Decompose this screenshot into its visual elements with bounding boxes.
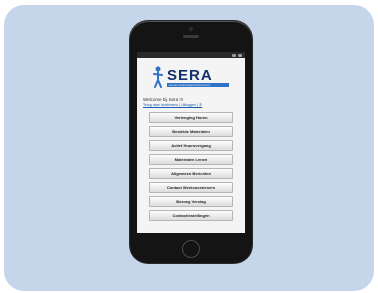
menu-button-materialen-lenen[interactable]: Materialen Lenen [149,153,233,165]
camera [189,27,193,31]
menu-button-actief-huurovergang[interactable]: Actief Huurovergang [149,139,233,151]
menu-button-contactinstellingen[interactable]: Contactinstellingen [149,209,233,221]
main-menu: Verlenging Huren Bestelde Materialen Act… [137,111,245,221]
signal-icon [232,53,236,57]
status-bar [137,52,245,58]
menu-button-bezoeg-verslag[interactable]: Bezoeg Verslag [149,195,233,207]
battery-icon [238,53,242,57]
menu-button-bestelde-materialen[interactable]: Bestelde Materialen [149,125,233,137]
speaker [183,35,199,38]
phone-screen: SERA seracontainmentsolutions Welcome bi… [137,52,245,233]
logo-tagline: seracontainmentsolutions [167,82,229,87]
menu-button-allgemeen-berichten[interactable]: Allgemeen Berichten [149,167,233,179]
home-button[interactable] [182,240,200,258]
person-logo-icon [153,66,163,88]
logo-wordmark: SERA [167,66,213,84]
nav-links[interactable]: Terug naar hoofdmenu | Uitloggen | Ⓡ [143,103,245,108]
menu-button-contact-werkvoorzieners[interactable]: Contact Werkvoorzieners [149,181,233,193]
phone-frame: SERA seracontainmentsolutions Welcome bi… [130,21,252,263]
background-card: SERA seracontainmentsolutions Welcome bi… [4,5,374,291]
menu-button-verlenging-huren[interactable]: Verlenging Huren [149,111,233,123]
app-logo: SERA seracontainmentsolutions [137,62,245,92]
